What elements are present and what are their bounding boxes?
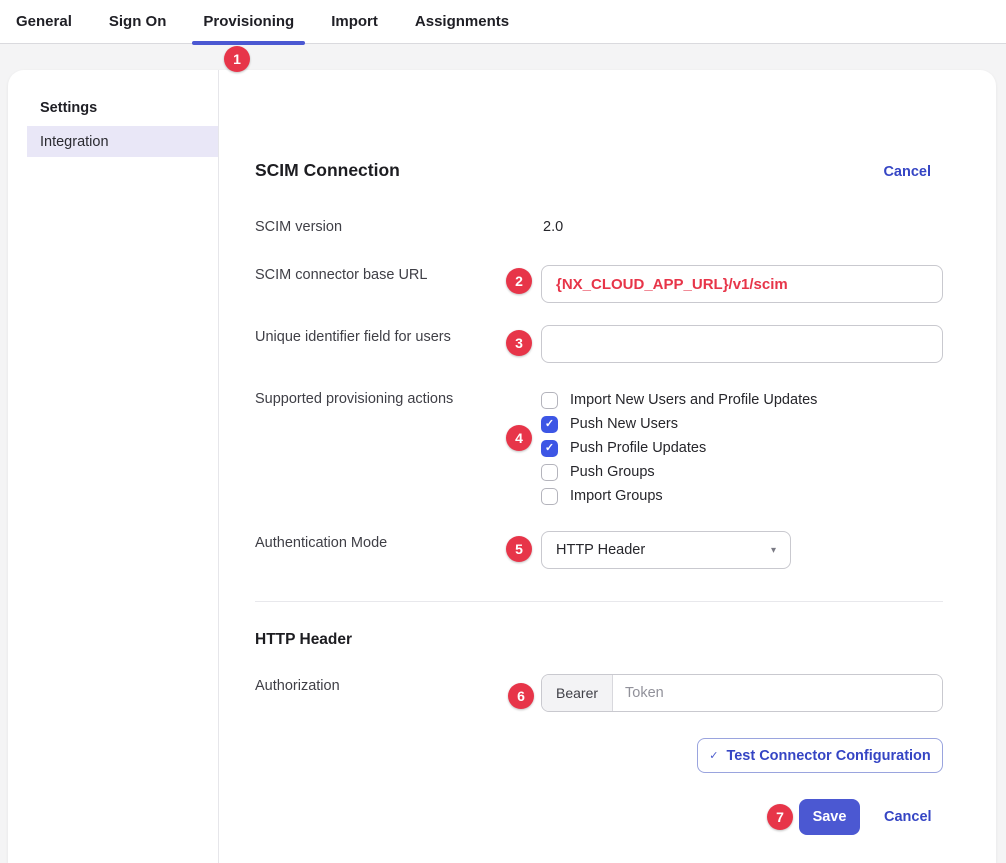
- tab-general[interactable]: General: [16, 0, 72, 44]
- auth-mode-label: Authentication Mode: [255, 535, 387, 551]
- action-label: Import Groups: [570, 488, 663, 504]
- action-label: Push Profile Updates: [570, 440, 706, 456]
- step-badge-4: 4: [506, 425, 532, 451]
- caret-down-icon: ▾: [771, 545, 776, 556]
- action-label: Push Groups: [570, 464, 655, 480]
- sidebar-item-label: Integration: [40, 134, 109, 150]
- provisioning-actions-label: Supported provisioning actions: [255, 391, 453, 407]
- action-push-groups[interactable]: ✓ Push Groups: [541, 460, 817, 484]
- auth-mode-select[interactable]: HTTP Header ▾: [541, 531, 791, 569]
- checkbox-import-groups[interactable]: ✓: [541, 488, 558, 505]
- tab-sign-on[interactable]: Sign On: [109, 0, 167, 44]
- step-badge-7: 7: [767, 804, 793, 830]
- action-push-new-users[interactable]: ✓ Push New Users: [541, 412, 817, 436]
- action-label: Import New Users and Profile Updates: [570, 392, 817, 408]
- test-connector-label: Test Connector Configuration: [726, 748, 930, 764]
- check-icon: ✓: [709, 749, 718, 762]
- token-input[interactable]: [613, 675, 942, 711]
- tab-provisioning[interactable]: Provisioning: [203, 0, 294, 44]
- action-import-groups[interactable]: ✓ Import Groups: [541, 484, 817, 508]
- sidebar-heading: Settings: [40, 100, 97, 116]
- step-badge-5: 5: [506, 536, 532, 562]
- check-icon: ✓: [545, 443, 554, 454]
- scim-version-value: 2.0: [543, 219, 563, 235]
- action-import-users[interactable]: ✓ Import New Users and Profile Updates: [541, 388, 817, 412]
- tab-assignments[interactable]: Assignments: [415, 0, 509, 44]
- cancel-link-bottom[interactable]: Cancel: [884, 809, 932, 825]
- provisioning-actions-list: ✓ Import New Users and Profile Updates ✓…: [541, 388, 817, 508]
- page-title: SCIM Connection: [255, 160, 400, 181]
- action-push-profile-updates[interactable]: ✓ Push Profile Updates: [541, 436, 817, 460]
- authorization-label: Authorization: [255, 678, 340, 694]
- unique-id-label: Unique identifier field for users: [255, 329, 451, 345]
- section-divider: [255, 601, 943, 602]
- app-tab-bar: General Sign On Provisioning Import Assi…: [0, 0, 1006, 44]
- http-header-heading: HTTP Header: [255, 631, 352, 649]
- tab-import[interactable]: Import: [331, 0, 378, 44]
- authorization-input-group: Bearer: [541, 674, 943, 712]
- action-label: Push New Users: [570, 416, 678, 432]
- provisioning-card: Settings Integration SCIM Connection Can…: [8, 70, 996, 863]
- bearer-prefix: Bearer: [542, 675, 613, 711]
- base-url-input[interactable]: [541, 265, 943, 303]
- step-badge-2: 2: [506, 268, 532, 294]
- checkbox-import-users[interactable]: ✓: [541, 392, 558, 409]
- checkbox-push-groups[interactable]: ✓: [541, 464, 558, 481]
- step-badge-6: 6: [508, 683, 534, 709]
- checkbox-push-new-users[interactable]: ✓: [541, 416, 558, 433]
- checkbox-push-profile-updates[interactable]: ✓: [541, 440, 558, 457]
- save-button[interactable]: Save: [799, 799, 860, 835]
- sidebar-item-integration[interactable]: Integration: [27, 126, 218, 157]
- scim-version-label: SCIM version: [255, 219, 342, 235]
- check-icon: ✓: [545, 419, 554, 430]
- step-badge-3: 3: [506, 330, 532, 356]
- unique-id-input[interactable]: [541, 325, 943, 363]
- base-url-label: SCIM connector base URL: [255, 267, 427, 283]
- auth-mode-selected-value: HTTP Header: [556, 542, 645, 558]
- cancel-link-top[interactable]: Cancel: [883, 164, 931, 180]
- step-badge-1: 1: [224, 46, 250, 72]
- sidebar-divider: [218, 70, 219, 863]
- test-connector-button[interactable]: ✓ Test Connector Configuration: [697, 738, 943, 773]
